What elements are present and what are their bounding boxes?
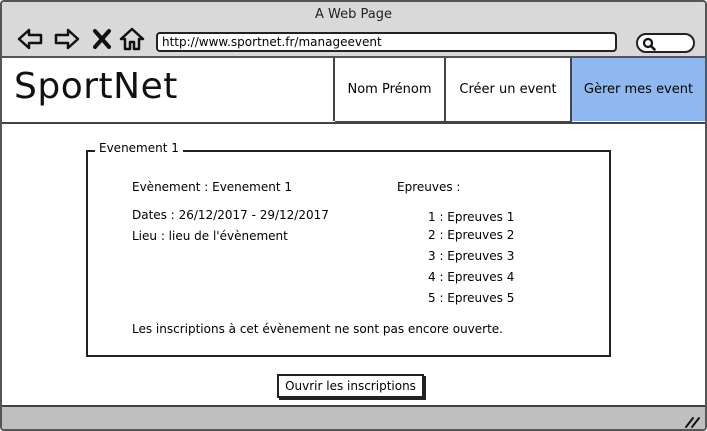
event-dates: Dates : 26/12/2017 - 29/12/2017 xyxy=(132,208,329,222)
close-icon[interactable] xyxy=(90,26,114,52)
epreuve-item: 4 : Epreuves 4 xyxy=(428,270,515,284)
epreuve-item: 5 : Epreuves 5 xyxy=(428,291,515,305)
epreuve-item: 2 : Epreuves 2 xyxy=(428,228,515,242)
home-icon[interactable] xyxy=(118,26,146,52)
resize-grip-icon[interactable] xyxy=(683,415,701,429)
forward-arrow-icon[interactable] xyxy=(53,26,81,52)
window-title: A Web Page xyxy=(315,7,392,22)
nav-tab-manage-events[interactable]: Gèrer mes event xyxy=(570,58,705,121)
back-arrow-icon[interactable] xyxy=(16,26,44,52)
search-icon xyxy=(642,37,656,51)
event-name: Evènement : Evenement 1 xyxy=(132,180,292,194)
header-divider xyxy=(2,122,705,124)
epreuve-item: 3 : Epreuves 3 xyxy=(428,249,515,263)
search-box[interactable] xyxy=(636,33,695,53)
status-bar xyxy=(2,405,705,429)
browser-window: A Web Page http://www.sportnet.fr/manage… xyxy=(0,0,707,431)
nav-tab-create-event[interactable]: Créer un event xyxy=(444,58,570,121)
site-logo[interactable]: SportNet xyxy=(14,66,178,107)
epreuves-title: Epreuves : xyxy=(397,180,461,194)
event-place: Lieu : lieu de l'évènement xyxy=(132,229,288,243)
open-registrations-button[interactable]: Ouvrir les inscriptions xyxy=(277,374,424,398)
nav-tab-user-name[interactable]: Nom Prénom xyxy=(333,58,444,121)
url-bar[interactable]: http://www.sportnet.fr/manageevent xyxy=(156,32,617,52)
epreuve-item: 1 : Epreuves 1 xyxy=(428,210,515,224)
event-panel-legend: Evenement 1 xyxy=(95,141,183,155)
registration-status: Les inscriptions à cet évènement ne sont… xyxy=(132,322,503,336)
browser-chrome: A Web Page http://www.sportnet.fr/manage… xyxy=(2,2,705,58)
